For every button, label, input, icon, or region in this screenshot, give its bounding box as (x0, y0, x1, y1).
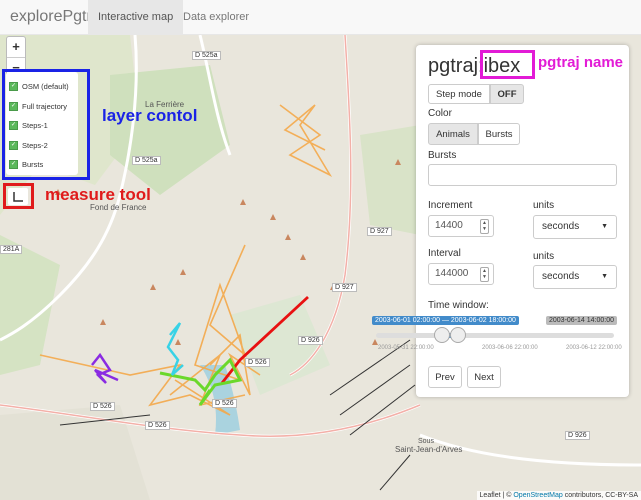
measure-annotation: measure tool (45, 185, 151, 204)
next-button[interactable]: Next (467, 366, 501, 388)
spinner-icon[interactable]: ▲ ▼ (480, 267, 489, 282)
increment-units-select[interactable]: seconds ▼ (533, 215, 617, 239)
spinner-icon[interactable]: ▲ ▼ (480, 219, 489, 234)
time-slider-handle-start[interactable] (434, 327, 450, 343)
map-attribution: Leaflet | © OpenStreetMap contributors, … (476, 491, 641, 500)
road-label: D 927 (367, 227, 392, 236)
tab-interactive-map[interactable]: Interactive map (88, 0, 184, 35)
slider-tick-label: 2003-06-12 22:00:00 (566, 345, 622, 351)
prev-button[interactable]: Prev (428, 366, 462, 388)
step-mode-label: Step mode (428, 84, 490, 104)
color-label: Color (428, 108, 452, 119)
road-label: D 525a (192, 51, 221, 60)
road-label: D 526 (90, 402, 115, 411)
caret-down-icon: ▼ (601, 223, 608, 230)
interval-input[interactable]: 144000 ▲ ▼ (428, 263, 494, 285)
place-label: Saint-Jean-d'Arves (395, 445, 463, 454)
zoom-in-button[interactable]: + (7, 37, 25, 58)
interval-label: Interval (428, 248, 461, 259)
increment-label: Increment (428, 200, 473, 211)
road-label: D 526 (245, 358, 270, 367)
road-label: 281A (0, 245, 23, 254)
units-label: units (533, 200, 555, 211)
time-window-label: Time window: (428, 300, 489, 311)
units-label: units (533, 251, 555, 262)
bursts-input[interactable] (428, 164, 617, 186)
layer-annotation: layer contol (102, 106, 198, 125)
interval-units-select[interactable]: seconds ▼ (533, 265, 617, 289)
road-label: D 526 (212, 399, 237, 408)
tab-data-explorer[interactable]: Data explorer (173, 0, 259, 35)
control-panel: pgtraj:ibex Step mode OFF Color Animals … (372, 45, 629, 397)
time-window-value: 2003-06-01 02:00:00 — 2003-06-02 18:00:0… (372, 316, 519, 325)
caret-down-icon: ▼ (601, 273, 608, 280)
place-label: Sous (418, 438, 434, 445)
name-annotation-box (480, 50, 535, 79)
color-animals-button[interactable]: Animals (428, 123, 478, 145)
name-annotation: pgtraj name (538, 54, 624, 71)
road-label: D 927 (332, 283, 357, 292)
measure-annotation-box (3, 183, 34, 209)
time-slider-track[interactable] (376, 333, 614, 338)
time-window-max: 2003-06-14 14:00:00 (546, 316, 617, 325)
osm-link[interactable]: OpenStreetMap (513, 492, 562, 499)
layer-annotation-box (2, 69, 90, 180)
slider-tick-label: 2003-06-06 22:00:00 (482, 345, 538, 351)
increment-input[interactable]: 14400 ▲ ▼ (428, 215, 494, 237)
road-label: D 926 (298, 336, 323, 345)
navbar: explorePgtraj Interactive map Data explo… (0, 0, 641, 35)
step-mode-toggle[interactable]: OFF (490, 84, 524, 104)
road-label: D 926 (565, 431, 590, 440)
bursts-label: Bursts (428, 150, 457, 161)
road-label: D 526 (145, 421, 170, 430)
slider-tick-label: 2003-05-31 22:00:00 (378, 345, 434, 351)
time-slider-handle-end[interactable] (450, 327, 466, 343)
road-label: D 525a (132, 156, 161, 165)
color-bursts-button[interactable]: Bursts (478, 123, 520, 145)
